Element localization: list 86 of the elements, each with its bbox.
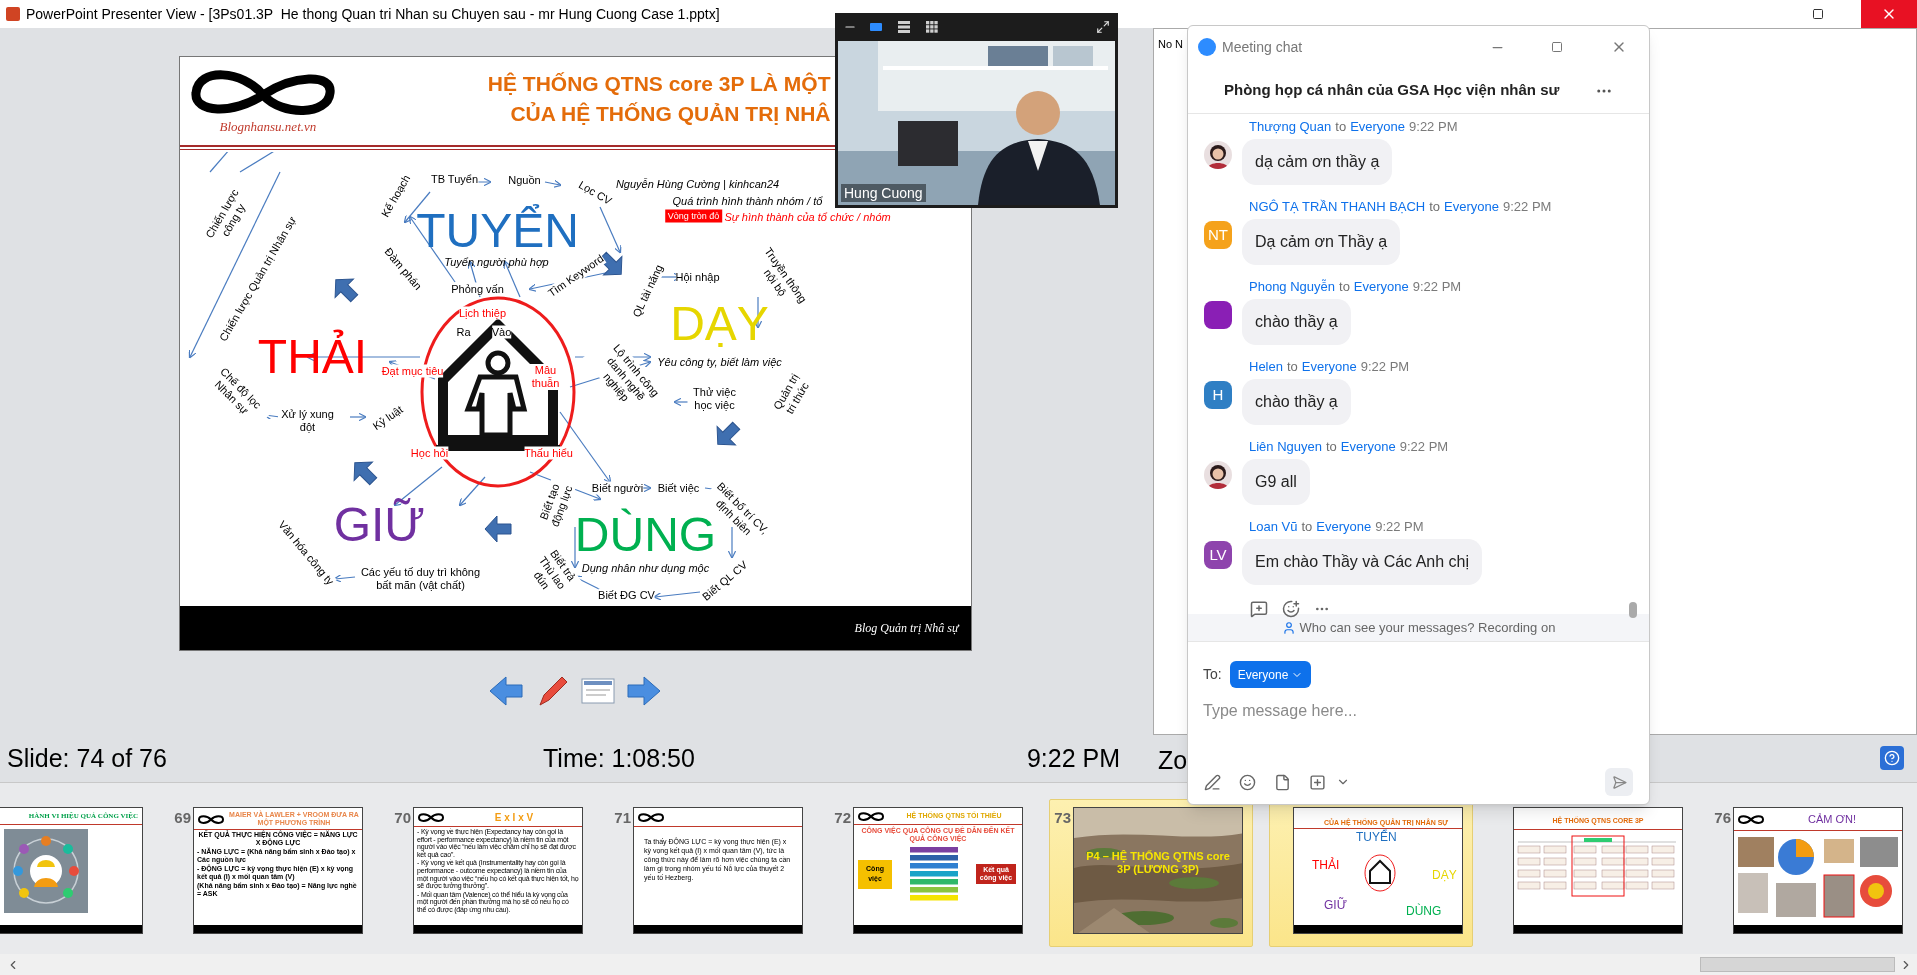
sender-name: Thượng Quan [1249,118,1332,137]
message-time: 9:22 PM [1375,518,1424,537]
message-time: 9:22 PM [1503,198,1552,217]
recipient-dropdown[interactable]: Everyone [1229,661,1312,688]
slide-title: CỦA HỆ THỐNG QUẢN TRỊ NHÂ [510,101,831,127]
message-bubble: G9 all [1242,459,1310,505]
message-time: 9:22 PM [1360,358,1410,377]
slide-counter: Slide: 74 of 76 [6,742,168,774]
recipient-name: Everyone [1340,438,1396,457]
notice-text: Who can see your messages? Recording on [1299,618,1556,637]
node-label: Hội nhập [675,270,720,284]
thumb-topic-word: DẠY [1432,868,1457,882]
message-time: 9:22 PM [1412,278,1462,297]
node-label: Biết việc [657,481,700,495]
message-time: 9:22 PM [1409,118,1458,137]
slide-number: 73 [1054,808,1071,828]
clock-time: 9:22 PM [1026,742,1120,774]
message-bubble: chào thầy ạ [1242,299,1351,345]
node-label: TB Tuyển [430,172,479,186]
node-label: Lịch thiệp [458,306,507,320]
message-bubble: Em chào Thầy và Các Anh chị [1242,539,1483,585]
thumb-title: P4 – HỆ THỐNG QTNS core 3P (LƯƠNG 3P) [1085,850,1231,876]
message-time: 9:22 PM [1399,438,1449,457]
slide-number: 76 [1714,808,1731,828]
recipient-prefix: to [1335,118,1347,137]
sender-name: Helen [1249,358,1283,377]
recipient-name: Everyone [1316,518,1372,537]
slide-number: 71 [614,808,631,828]
thumb-topic-word: THẢI [1312,858,1340,872]
recipient-name: Everyone [1444,198,1499,217]
node-label: Thấu hiểu [524,446,573,460]
avatar: LV [1204,541,1232,569]
thumb-title: CẢM ƠN! [1807,812,1857,827]
sender-name: Loan Vũ [1249,518,1298,537]
room-title: Phòng họp cá nhân của GSA Học viện nhân sư [1224,80,1560,101]
message-bubble: dạ cảm ơn thầy ạ [1242,139,1393,185]
node-label: Đạt mục tiêu [381,364,444,378]
message-input[interactable]: Type message here... [1203,698,1634,724]
node-label: Phỏng vấn [451,282,504,296]
sender-name: Liên Nguyen [1249,438,1322,457]
notes-text: No N [1158,38,1184,50]
message-bubble: Dạ cảm ơn Thầy ạ [1242,219,1401,265]
node-label: Ra [456,325,471,339]
node-label: Nguồn [508,173,541,187]
node-label: Quá trình hình thành nhóm / tổ [672,194,823,208]
recipient-prefix: to [1301,518,1313,537]
node-label: Biết ĐG CV [598,588,655,602]
window-title: PowerPoint Presenter View - [3Ps01.3P He thong Quan tri Nhan su Chuyen sau - mr Hung Cuong Case 1.pptx] [26,4,720,24]
thumb-topic-word: DÙNG [1406,904,1442,918]
node-label: Kỷ luật [370,403,405,433]
avatar: H [1204,381,1232,409]
slide-thumbnail[interactable]: CẢM ƠN! [1733,807,1903,934]
node-label: Sự hình thành của tổ chức / nhóm [724,210,891,224]
window-title: Meeting chat [1222,37,1303,57]
thumb-title: E x I x V [493,813,535,822]
thumbnail-item[interactable]: 76 CẢM ƠN! [1709,799,1913,947]
node-label: Mâu thuẫn [529,364,562,390]
footer-text: Blog Quản trị Nhâ sự [854,620,959,637]
recipient-name: Everyone [1301,358,1357,377]
thumb-topic-word: GIỮ [1324,898,1347,912]
slide-title: HỆ THỐNG QTNS core 3P LÀ MỘT [487,71,831,97]
recipient-prefix: to [1429,198,1441,217]
to-label: To: [1203,665,1222,684]
recipient-prefix: to [1339,278,1350,297]
recipient-name: Everyone [1350,118,1406,137]
recipient-prefix: to [1286,358,1298,377]
slide-number: 72 [834,808,851,828]
sender-name: NGÔ TẠ TRẦN THANH BẠCH [1249,198,1426,217]
participant-name: Hung Cuong [841,184,926,202]
thumb-topic-word: TUYỂN [1356,830,1397,844]
slide-number: 69 [174,808,191,828]
node-label: Biết người [591,481,644,495]
thumbnail-item[interactable]: 73 P4 – HỆ THỐNG QTNS core 3P (LƯƠNG 3P) [1049,799,1253,947]
logo-text: Blognhansu.net.vn [219,118,317,136]
message-bubble: chào thầy ạ [1242,379,1351,425]
slide-thumbnail[interactable]: P4 – HỆ THỐNG QTNS core 3P (LƯƠNG 3P) [1073,807,1243,934]
sender-name: Phong Nguyễn [1249,278,1335,297]
node-label: Nguyễn Hùng Cường | kinhcan24 [615,177,780,191]
slide-number: 70 [394,808,411,828]
recipient-name: Everyone [1353,278,1409,297]
avatar: NT [1204,221,1232,249]
node-label: Học hỏi [410,446,449,460]
tag-label: Vòng tròn đỏ [664,209,723,223]
recipient-prefix: to [1326,438,1337,457]
elapsed-time: Time: 1:08:50 [543,742,695,774]
zoom-label: Zo [1158,745,1188,776]
